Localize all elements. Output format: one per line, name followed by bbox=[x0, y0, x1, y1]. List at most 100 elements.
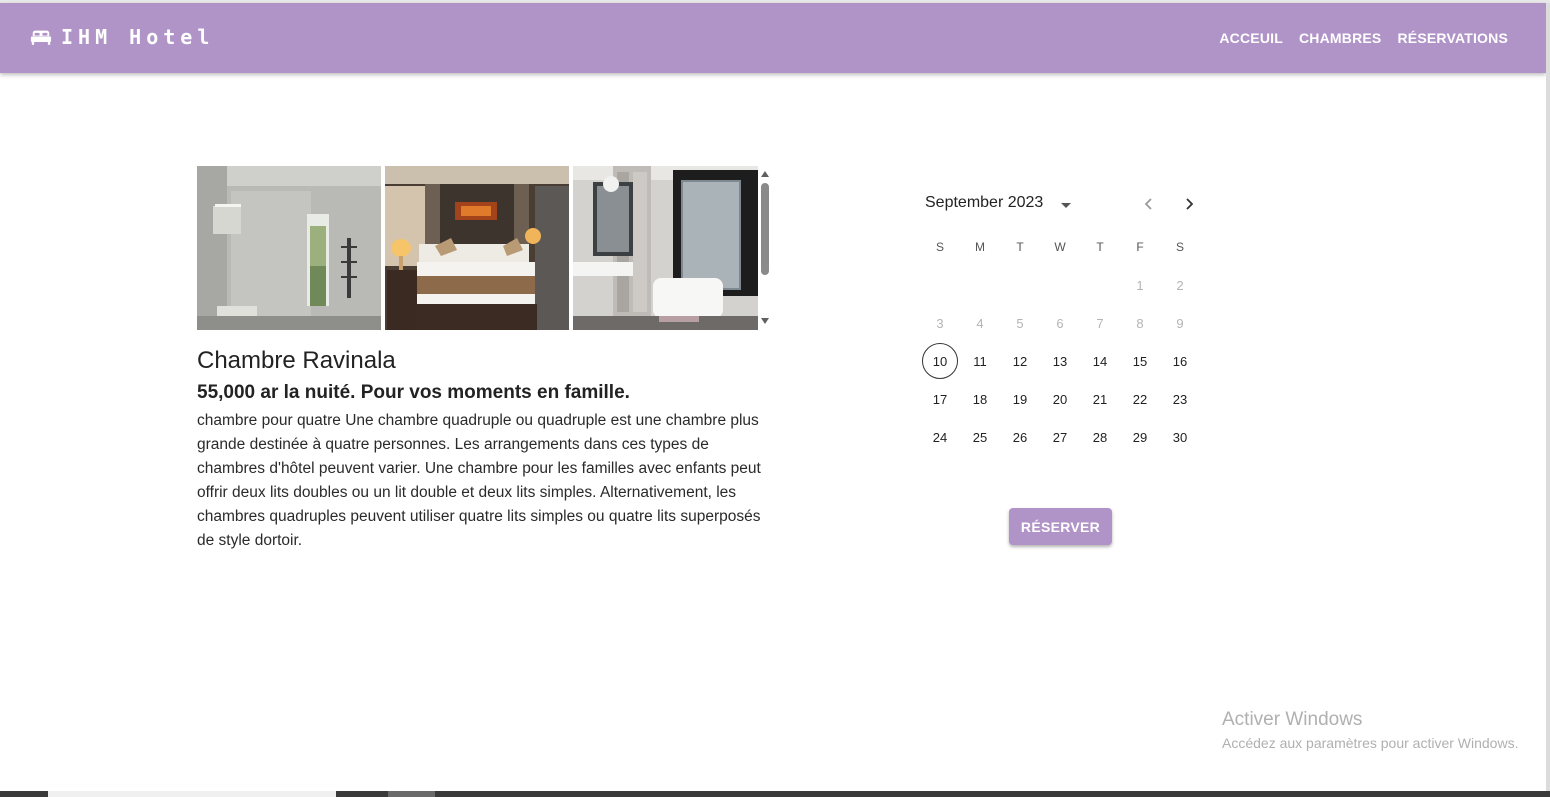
calendar-empty-cell bbox=[920, 266, 960, 304]
calendar-day-number: 4 bbox=[976, 315, 984, 331]
calendar-day-number: 9 bbox=[1176, 315, 1184, 331]
reserve-button[interactable]: RÉSERVER bbox=[1009, 508, 1112, 545]
calendar-day: 3 bbox=[920, 304, 960, 342]
bed-icon bbox=[30, 30, 52, 45]
calendar-day: 8 bbox=[1120, 304, 1160, 342]
calendar-day-number: 16 bbox=[1172, 353, 1188, 369]
calendar-day-number: 10 bbox=[922, 343, 958, 379]
calendar-day-number: 6 bbox=[1056, 315, 1064, 331]
calendar-day-number: 18 bbox=[972, 391, 988, 407]
calendar-day[interactable]: 17 bbox=[920, 380, 960, 418]
calendar-day[interactable]: 26 bbox=[1000, 418, 1040, 456]
horizontal-scroll-segment bbox=[388, 791, 435, 797]
calendar-day-number: 14 bbox=[1092, 353, 1108, 369]
calendar-day-number: 24 bbox=[932, 429, 948, 445]
calendar-day[interactable]: 27 bbox=[1040, 418, 1080, 456]
calendar-week-row: 17 18 19 20 21 22 23 bbox=[920, 380, 1200, 418]
calendar-day: 4 bbox=[960, 304, 1000, 342]
calendar-day[interactable]: 21 bbox=[1080, 380, 1120, 418]
calendar-week-row: 10 11 12 13 14 15 16 bbox=[920, 342, 1200, 380]
calendar-day: 1 bbox=[1120, 266, 1160, 304]
calendar-day-number: 3 bbox=[936, 315, 944, 331]
calendar-day-number: 2 bbox=[1176, 277, 1184, 293]
calendar-day[interactable]: 13 bbox=[1040, 342, 1080, 380]
caret-down-icon[interactable] bbox=[1061, 203, 1071, 208]
room-title: Chambre Ravinala bbox=[197, 347, 396, 374]
calendar-day[interactable]: 11 bbox=[960, 342, 1000, 380]
room-photo-gallery[interactable] bbox=[197, 166, 773, 330]
weekday-label: S bbox=[1175, 240, 1184, 254]
calendar-empty-cell bbox=[960, 266, 1000, 304]
brand-title: IHM Hotel bbox=[61, 25, 215, 49]
window-right-border bbox=[1546, 3, 1550, 793]
calendar-empty-cell bbox=[1000, 266, 1040, 304]
app-bar: IHM Hotel ACCEUIL CHAMBRES RÉSERVATIONS bbox=[0, 3, 1546, 73]
chevron-right-icon[interactable] bbox=[1181, 196, 1197, 212]
calendar-day: 7 bbox=[1080, 304, 1120, 342]
calendar-day-number: 7 bbox=[1096, 315, 1104, 331]
calendar-week-row: 12 bbox=[920, 266, 1200, 304]
bathroom-bathtub-photo bbox=[573, 166, 758, 330]
calendar-week-row: 3 4 5 6 7 8 9 bbox=[920, 304, 1200, 342]
calendar-day[interactable]: 16 bbox=[1160, 342, 1200, 380]
page-horizontal-scrollbar[interactable] bbox=[0, 791, 1550, 797]
calendar-day[interactable]: 12 bbox=[1000, 342, 1040, 380]
calendar-day: 6 bbox=[1040, 304, 1080, 342]
calendar-day-number: 17 bbox=[932, 391, 948, 407]
calendar-day-number: 25 bbox=[972, 429, 988, 445]
windows-activation-subtitle: Accédez aux paramètres pour activer Wind… bbox=[1222, 735, 1519, 751]
calendar-day-number: 15 bbox=[1132, 353, 1148, 369]
gallery-scrollbar[interactable] bbox=[758, 166, 773, 330]
brand[interactable]: IHM Hotel bbox=[30, 25, 214, 49]
calendar-day[interactable]: 20 bbox=[1040, 380, 1080, 418]
weekday-label: F bbox=[1136, 240, 1144, 254]
nav-acceuil[interactable]: ACCEUIL bbox=[1219, 30, 1283, 46]
calendar-day-number: 20 bbox=[1052, 391, 1068, 407]
main-nav: ACCEUIL CHAMBRES RÉSERVATIONS bbox=[1219, 3, 1508, 73]
calendar-week-row: 24 25 26 27 28 29 30 bbox=[920, 418, 1200, 456]
calendar-day[interactable]: 18 bbox=[960, 380, 1000, 418]
nav-reservations[interactable]: RÉSERVATIONS bbox=[1397, 30, 1508, 46]
calendar-weekday-row: S M T W T F S bbox=[920, 228, 1200, 266]
calendar-day[interactable]: 23 bbox=[1160, 380, 1200, 418]
calendar-day[interactable]: 24 bbox=[920, 418, 960, 456]
calendar-day-number: 30 bbox=[1172, 429, 1188, 445]
calendar-day-number: 5 bbox=[1016, 315, 1024, 331]
calendar-day-number: 27 bbox=[1052, 429, 1068, 445]
gallery-scroll-thumb[interactable] bbox=[761, 183, 769, 275]
calendar-day-number: 11 bbox=[973, 353, 987, 369]
scroll-up-arrow-icon[interactable] bbox=[761, 171, 769, 177]
calendar-day[interactable]: 28 bbox=[1080, 418, 1120, 456]
windows-activation-title: Activer Windows bbox=[1222, 709, 1363, 730]
calendar-day-today[interactable]: 10 bbox=[920, 342, 960, 380]
calendar-month-label[interactable]: September 2023 bbox=[925, 194, 1043, 212]
chevron-left-icon[interactable] bbox=[1141, 196, 1157, 212]
calendar-day: 2 bbox=[1160, 266, 1200, 304]
calendar-day-number: 28 bbox=[1092, 429, 1108, 445]
calendar-day-number: 13 bbox=[1052, 353, 1068, 369]
room-price: 55,000 ar la nuité. Pour vos moments en … bbox=[197, 382, 630, 403]
calendar-day-number: 12 bbox=[1012, 353, 1028, 369]
horizontal-scroll-thumb[interactable] bbox=[48, 791, 336, 797]
calendar-day-number: 29 bbox=[1132, 429, 1148, 445]
calendar-day[interactable]: 22 bbox=[1120, 380, 1160, 418]
calendar-day: 5 bbox=[1000, 304, 1040, 342]
scroll-down-arrow-icon[interactable] bbox=[761, 318, 769, 324]
calendar-empty-cell bbox=[1040, 266, 1080, 304]
calendar-day: 9 bbox=[1160, 304, 1200, 342]
weekday-label: W bbox=[1054, 240, 1066, 254]
calendar-day-number: 19 bbox=[1012, 391, 1028, 407]
bedroom-photo bbox=[385, 166, 569, 330]
calendar-day[interactable]: 19 bbox=[1000, 380, 1040, 418]
nav-chambres[interactable]: CHAMBRES bbox=[1299, 30, 1382, 46]
calendar-day[interactable]: 15 bbox=[1120, 342, 1160, 380]
calendar-day[interactable]: 25 bbox=[960, 418, 1000, 456]
calendar-day-number: 23 bbox=[1172, 391, 1188, 407]
weekday-label: T bbox=[1096, 240, 1104, 254]
calendar-day[interactable]: 14 bbox=[1080, 342, 1120, 380]
calendar-day[interactable]: 29 bbox=[1120, 418, 1160, 456]
calendar-empty-cell bbox=[1080, 266, 1120, 304]
calendar-day-number: 1 bbox=[1136, 277, 1144, 293]
calendar-day[interactable]: 30 bbox=[1160, 418, 1200, 456]
calendar-header: September 2023 bbox=[925, 192, 1205, 218]
